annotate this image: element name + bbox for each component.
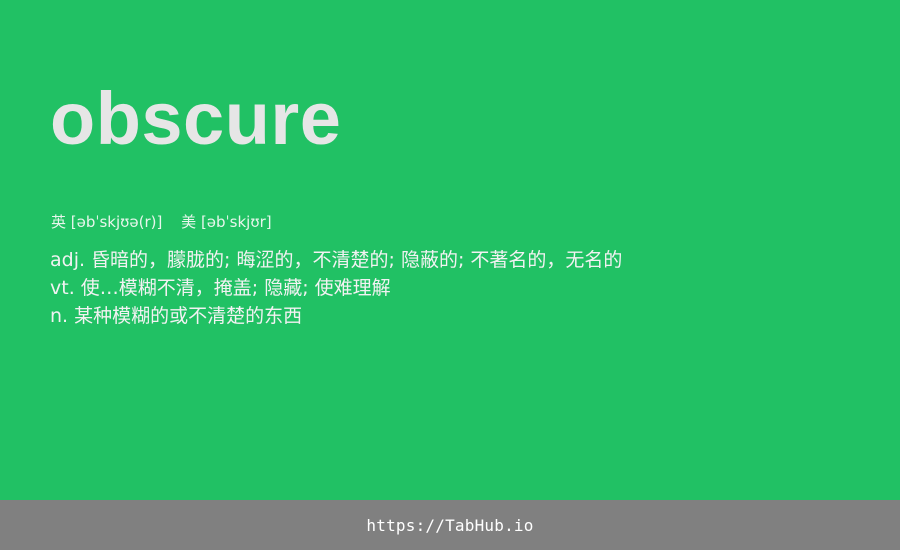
uk-pronunciation: 英 [əbˈskjʊə(r)] — [51, 213, 163, 231]
tabhub-link[interactable]: https://TabHub.io — [366, 516, 533, 535]
us-pronunciation: 美 [əbˈskjʊr] — [181, 213, 272, 231]
definition-adjective: adj. 昏暗的，朦胧的; 晦涩的，不清楚的; 隐蔽的; 不著名的，无名的 — [50, 249, 623, 271]
definition-noun: n. 某种模糊的或不清楚的东西 — [50, 305, 303, 327]
definition-verb: vt. 使…模糊不清，掩盖; 隐藏; 使难理解 — [50, 277, 391, 299]
footer-bar: https://TabHub.io — [0, 500, 900, 550]
phonetics-row: 英 [əbˈskjʊə(r)] 美 [əbˈskjʊr] — [51, 212, 272, 232]
headword: obscure — [50, 77, 342, 160]
word-card: obscure 英 [əbˈskjʊə(r)] 美 [əbˈskjʊr] adj… — [0, 0, 900, 500]
definitions-list: adj. 昏暗的，朦胧的; 晦涩的，不清楚的; 隐蔽的; 不著名的，无名的 vt… — [50, 246, 622, 330]
